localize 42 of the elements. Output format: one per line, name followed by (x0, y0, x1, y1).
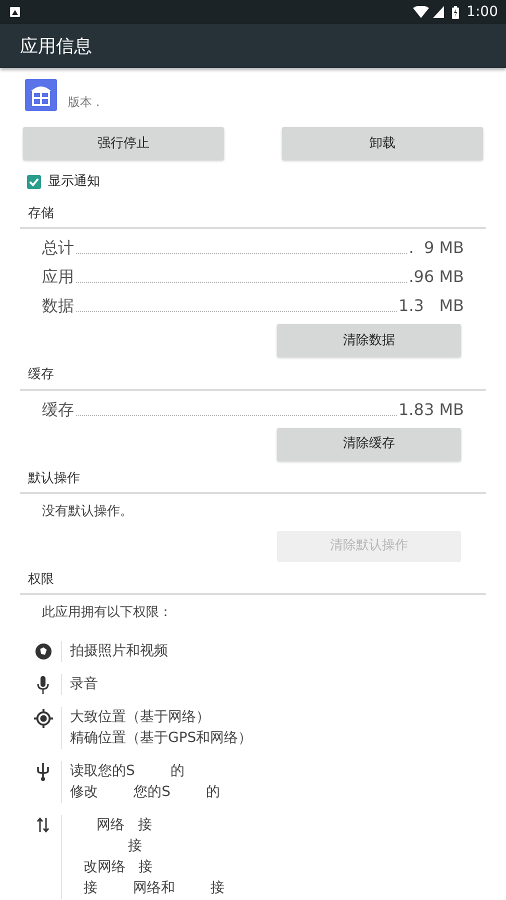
storage-label: 数据 (42, 295, 74, 317)
section-header: 默认操作 (27, 470, 81, 488)
permission-text: 接 网络和 接 (82, 878, 225, 898)
clear-button[interactable]: 清除缓存 (277, 428, 461, 460)
checkbox[interactable] (27, 174, 41, 189)
location-icon (34, 708, 52, 728)
permission-text: 改网络 接 (82, 858, 154, 876)
storage-value: . 9 MB (408, 237, 464, 259)
action-button[interactable]: 强行停止 (23, 127, 224, 160)
description-text: 此应用拥有以下权限： (41, 604, 173, 622)
permission-text: 修改 您的S 的 (70, 782, 220, 802)
storage-label: 总计 (42, 237, 74, 259)
section-header: 存储 (27, 204, 55, 222)
app-icon (25, 79, 57, 111)
battery-icon (452, 6, 459, 18)
storage-value: 1.3 MB (398, 295, 464, 317)
storage-label: 缓存 (42, 398, 74, 420)
storage-label: 应用 (42, 266, 74, 288)
description-text: 没有默认操作。 (41, 503, 134, 521)
permission-text: 录音 (70, 674, 98, 694)
action-button[interactable]: 卸载 (282, 127, 483, 160)
checkbox-label: 显示通知 (48, 173, 100, 191)
wifi-icon (412, 6, 429, 18)
permission-text: 读取您的S 的 (70, 762, 186, 780)
microphone-icon (37, 676, 49, 694)
screen-title: 应用信息 (20, 34, 92, 58)
section-header: 权限 (27, 570, 55, 588)
permission-text: 拍摄照片和视频 (70, 642, 168, 660)
permission-text: 网络 接 (96, 816, 154, 834)
permission-text: 精确位置（基于GPS和网络） (70, 728, 252, 748)
status-time: 1:00 (466, 2, 498, 22)
storage-value: 1.83 MB (398, 398, 464, 420)
version-text: 版本 . (68, 94, 100, 111)
swap-arrows-icon (37, 816, 49, 832)
notification-icon (10, 7, 20, 17)
section-header: 缓存 (27, 366, 55, 384)
clear-button[interactable]: 清除数据 (277, 324, 461, 357)
storage-value: .96 MB (408, 266, 464, 288)
permission-text: 接 (126, 836, 143, 856)
signal-icon (432, 6, 444, 18)
usb-icon (37, 762, 49, 780)
permission-text: 大致位置（基于网络） (70, 708, 211, 726)
